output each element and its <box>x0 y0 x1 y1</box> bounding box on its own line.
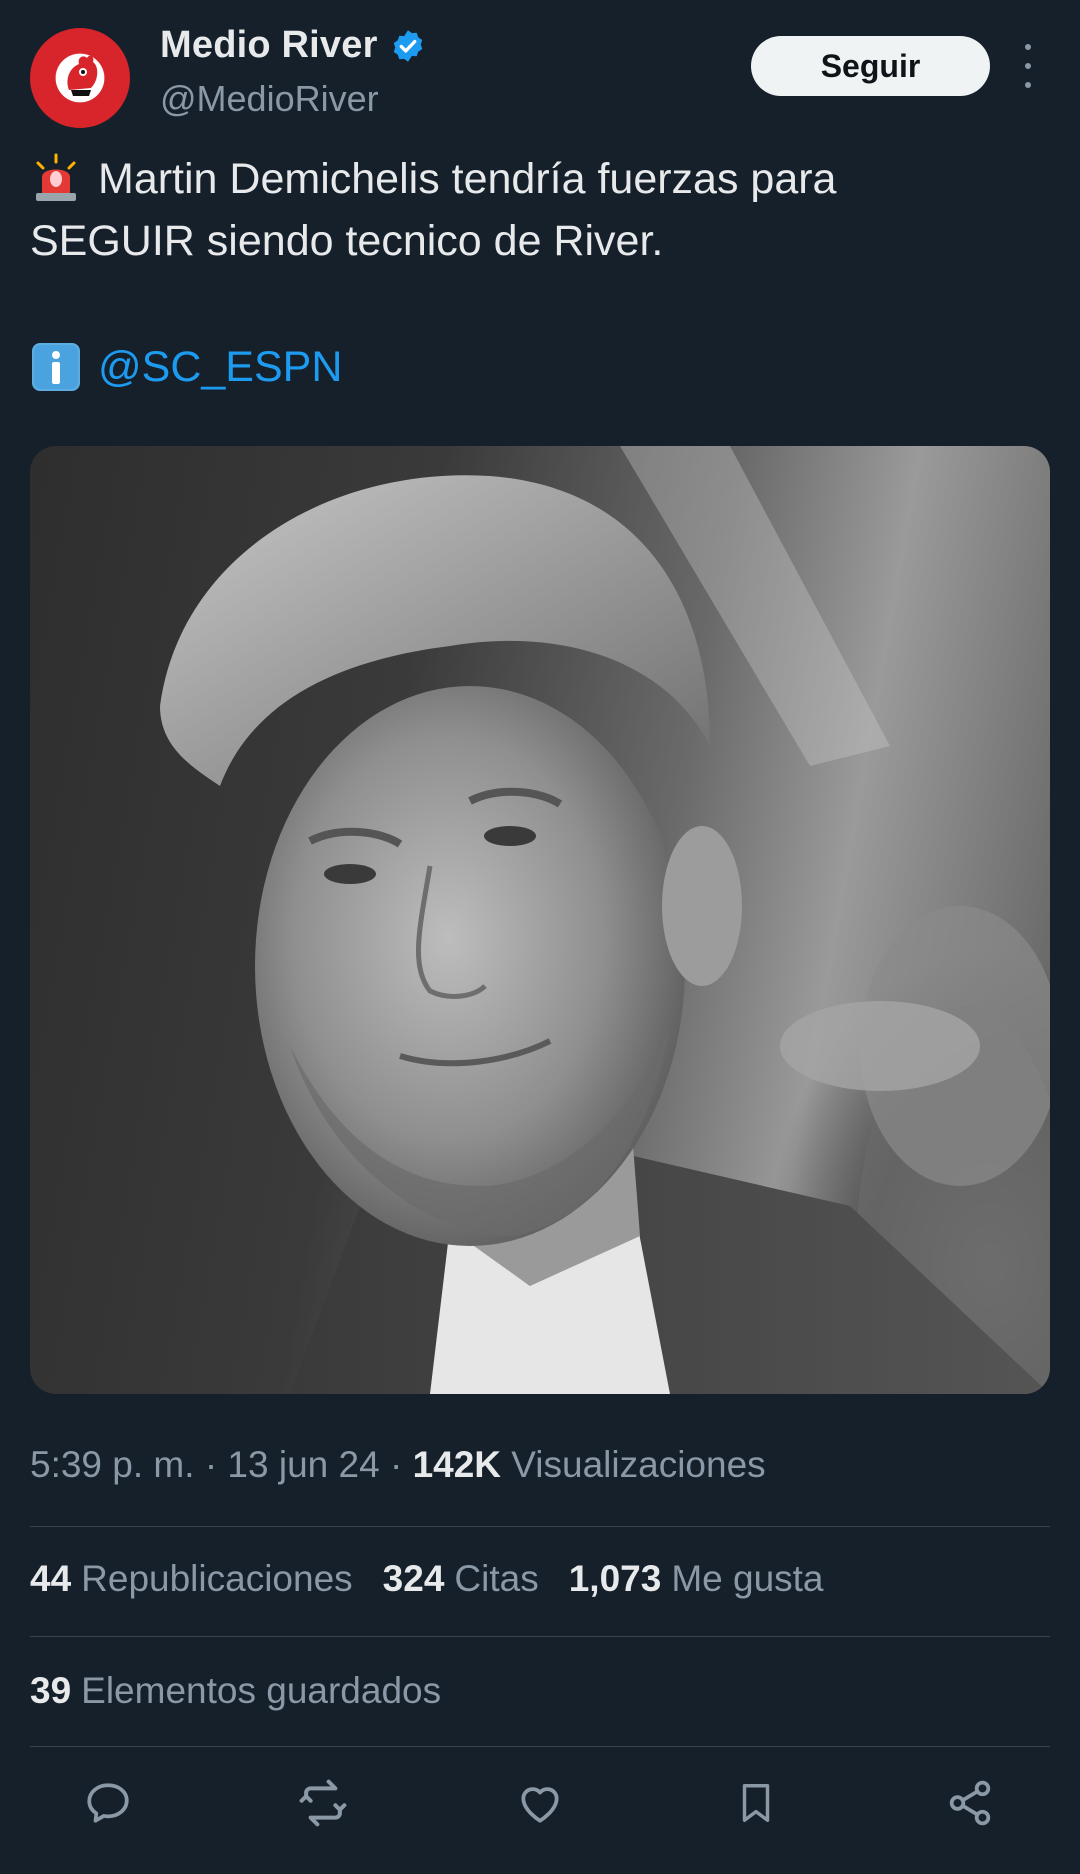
views-label: Visualizaciones <box>511 1444 766 1485</box>
tweet-photo[interactable] <box>30 446 1050 1394</box>
tweet-line-1: Martin Demichelis tendría fuerzas para <box>30 148 1050 210</box>
like-icon[interactable] <box>512 1775 568 1831</box>
tweet-line-2: SEGUIR siendo tecnico de River. <box>30 210 1050 272</box>
tweet-text-line-1: Martin Demichelis tendría fuerzas para <box>98 155 837 203</box>
portrait-photo <box>160 446 1050 1394</box>
divider <box>30 1636 1050 1637</box>
info-emoji-icon <box>30 341 82 393</box>
bookmarks-count: 39 <box>30 1670 72 1711</box>
more-icon[interactable] <box>1016 44 1040 88</box>
divider <box>30 1746 1050 1747</box>
quotes-count: 324 <box>382 1558 445 1599</box>
display-name[interactable]: Medio River <box>160 24 378 67</box>
tweet-text: Martin Demichelis tendría fuerzas para S… <box>30 148 1050 272</box>
action-bar <box>0 1775 1080 1845</box>
name-row: Medio River <box>160 24 426 67</box>
repost-icon[interactable] <box>295 1775 351 1831</box>
bookmarks-label: Elementos guardados <box>81 1670 442 1711</box>
likes-count: 1,073 <box>568 1558 662 1599</box>
likes-label: Me gusta <box>671 1558 824 1599</box>
verified-badge-icon <box>393 29 422 62</box>
share-icon[interactable] <box>942 1775 998 1831</box>
engagement-stats: 44 Republicaciones 324 Citas 1,073 Me gusta <box>30 1558 824 1600</box>
mention-row: @SC_ESPN <box>30 336 342 398</box>
avatar[interactable] <box>30 28 130 128</box>
meta-separator: · <box>389 1444 403 1485</box>
bookmarks-stat[interactable]: 39 Elementos guardados <box>30 1670 441 1712</box>
meta-separator: · <box>204 1444 218 1485</box>
tweet-text-line-2: SEGUIR siendo tecnico de River. <box>30 217 664 265</box>
quotes-stat[interactable]: 324 Citas <box>383 1558 539 1600</box>
tweet-date[interactable]: 13 jun 24 <box>227 1444 379 1485</box>
rooster-logo-icon <box>67 55 98 96</box>
tweet-meta: 5:39 p. m. · 13 jun 24 · 142K Visualizac… <box>30 1444 766 1486</box>
tweet-time[interactable]: 5:39 p. m. <box>30 1444 195 1485</box>
mention-link[interactable]: @SC_ESPN <box>98 336 342 398</box>
follow-button[interactable]: Seguir <box>751 36 990 96</box>
reposts-count: 44 <box>30 1558 72 1599</box>
bookmark-icon[interactable] <box>728 1775 784 1831</box>
likes-stat[interactable]: 1,073 Me gusta <box>569 1558 824 1600</box>
reply-icon[interactable] <box>80 1775 136 1831</box>
tweet-header: Medio River @MedioRiver Seguir <box>0 0 1080 140</box>
reposts-label: Republicaciones <box>81 1558 353 1599</box>
divider <box>30 1526 1050 1527</box>
reposts-stat[interactable]: 44 Republicaciones <box>30 1558 353 1600</box>
handle[interactable]: @MedioRiver <box>160 78 379 120</box>
quotes-label: Citas <box>454 1558 539 1599</box>
views-count: 142K <box>412 1444 502 1485</box>
siren-emoji-icon <box>30 153 82 205</box>
